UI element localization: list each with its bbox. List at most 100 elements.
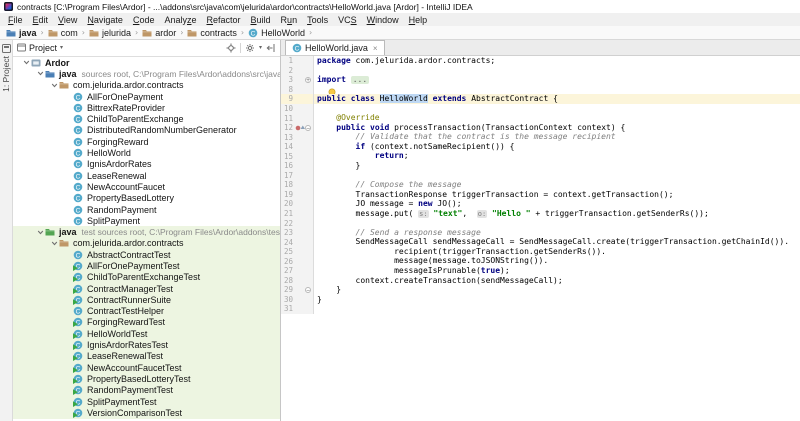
editor-gutter[interactable]: 27: [281, 266, 314, 276]
tree-item-splitpaymenttest[interactable]: CSplitPaymentTest: [13, 396, 280, 407]
code-line-23[interactable]: 23 // Send a response message: [281, 228, 800, 238]
chevron-down-icon[interactable]: [51, 240, 59, 247]
breadcrumb-ardor[interactable]: ardor: [142, 28, 176, 38]
menu-vcs[interactable]: VCS: [333, 15, 362, 25]
editor-gutter[interactable]: 17: [281, 171, 314, 181]
close-icon[interactable]: ×: [373, 44, 378, 53]
menu-refactor[interactable]: Refactor: [202, 15, 246, 25]
editor-gutter[interactable]: 14: [281, 142, 314, 152]
editor-tab-helloworld[interactable]: C HelloWorld.java ×: [285, 40, 385, 55]
editor-gutter[interactable]: 19: [281, 190, 314, 200]
editor-gutter[interactable]: 25: [281, 247, 314, 257]
editor-gutter[interactable]: 23: [281, 228, 314, 238]
editor-gutter[interactable]: 30: [281, 295, 314, 305]
editor-gutter[interactable]: 24: [281, 237, 314, 247]
code-line-2[interactable]: 2: [281, 66, 800, 76]
tree-item-allforonepayment[interactable]: CAllForOnePayment: [13, 91, 280, 102]
code-line-13[interactable]: 13 // Validate that the contract is the …: [281, 132, 800, 142]
editor-gutter[interactable]: 18: [281, 180, 314, 190]
editor-gutter[interactable]: 16: [281, 161, 314, 171]
tree-item-contractmanagertest[interactable]: CContractManagerTest: [13, 283, 280, 294]
code-line-20[interactable]: 20 JO message = new JO();: [281, 199, 800, 209]
editor-gutter[interactable]: 10: [281, 104, 314, 114]
menu-file[interactable]: File: [3, 15, 28, 25]
code-line-28[interactable]: 28 context.createTransaction(sendMessage…: [281, 276, 800, 286]
tree-item-ignisardorratestest[interactable]: CIgnisArdorRatesTest: [13, 339, 280, 350]
editor-gutter[interactable]: 21: [281, 209, 314, 219]
tree-item-forgingrewardtest[interactable]: CForgingRewardTest: [13, 317, 280, 328]
editor-gutter[interactable]: 15: [281, 151, 314, 161]
breadcrumb-java[interactable]: java: [6, 28, 37, 38]
menu-help[interactable]: Help: [404, 15, 433, 25]
code-line-31[interactable]: 31: [281, 304, 800, 314]
tree-item-bittrexrateprovider[interactable]: CBittrexRateProvider: [13, 102, 280, 113]
code-line-8[interactable]: 8: [281, 85, 800, 95]
menu-tools[interactable]: Tools: [302, 15, 333, 25]
code-line-15[interactable]: 15 return;: [281, 151, 800, 161]
code-line-16[interactable]: 16 }: [281, 161, 800, 171]
code-line-29[interactable]: 29− }: [281, 285, 800, 295]
code-editor[interactable]: 1package com.jelurida.ardor.contracts;23…: [281, 56, 800, 421]
editor-gutter[interactable]: 26: [281, 256, 314, 266]
code-line-1[interactable]: 1package com.jelurida.ardor.contracts;: [281, 56, 800, 66]
tree-item-abstractcontracttest[interactable]: CAbstractContractTest: [13, 249, 280, 260]
tree-item-childtoparentexchange[interactable]: CChildToParentExchange: [13, 113, 280, 124]
code-line-19[interactable]: 19 TransactionResponse triggerTransactio…: [281, 190, 800, 200]
locate-file-icon[interactable]: [226, 43, 236, 53]
tree-item-propertybasedlottery[interactable]: CPropertyBasedLottery: [13, 193, 280, 204]
override-method-icon[interactable]: [295, 124, 305, 132]
tree-item-contractrunnersuite[interactable]: CContractRunnerSuite: [13, 294, 280, 305]
editor-gutter[interactable]: 22: [281, 218, 314, 228]
editor-gutter[interactable]: 1: [281, 56, 314, 66]
chevron-down-icon[interactable]: [23, 59, 31, 66]
tree-item-allforonepaymenttest[interactable]: CAllForOnePaymentTest: [13, 260, 280, 271]
gear-icon[interactable]: [245, 43, 255, 53]
chevron-down-icon[interactable]: [37, 70, 45, 77]
tree-item-childtoparentexchangetest[interactable]: CChildToParentExchangeTest: [13, 272, 280, 283]
code-line-25[interactable]: 25 recipient(triggerTransaction.getSende…: [281, 247, 800, 257]
code-line-30[interactable]: 30}: [281, 295, 800, 305]
fold-minus-icon[interactable]: −: [305, 287, 311, 293]
tree-item-newaccountfaucettest[interactable]: CNewAccountFaucetTest: [13, 362, 280, 373]
menu-run[interactable]: Run: [276, 15, 303, 25]
tree-item-randompayment[interactable]: CRandomPayment: [13, 204, 280, 215]
code-line-27[interactable]: 27 messageIsPrunable(true);: [281, 266, 800, 276]
menu-code[interactable]: Code: [128, 15, 160, 25]
project-view-title[interactable]: Project: [29, 43, 57, 53]
editor-gutter[interactable]: 3+: [281, 75, 314, 85]
chevron-down-icon[interactable]: [37, 229, 45, 236]
tree-item-propertybasedlotterytest[interactable]: CPropertyBasedLotteryTest: [13, 373, 280, 384]
hide-panel-icon[interactable]: [266, 43, 276, 53]
code-line-18[interactable]: 18 // Compose the message: [281, 180, 800, 190]
code-line-22[interactable]: 22: [281, 218, 800, 228]
editor-gutter[interactable]: 29−: [281, 285, 314, 295]
menu-navigate[interactable]: Navigate: [82, 15, 128, 25]
code-line-21[interactable]: 21 message.put( s: "text", o: "Hello " +…: [281, 209, 800, 219]
chevron-down-icon[interactable]: [51, 82, 59, 89]
breadcrumb-contracts[interactable]: contracts: [187, 28, 237, 38]
code-line-3[interactable]: 3+import ...: [281, 75, 800, 85]
menu-analyze[interactable]: Analyze: [159, 15, 201, 25]
editor-gutter[interactable]: 13: [281, 132, 314, 142]
code-line-12[interactable]: 12− public void processTransaction(Trans…: [281, 123, 800, 133]
tree-item-forgingreward[interactable]: CForgingReward: [13, 136, 280, 147]
menu-build[interactable]: Build: [246, 15, 276, 25]
tree-item-helloworld[interactable]: CHelloWorld: [13, 147, 280, 158]
editor-gutter[interactable]: 20: [281, 199, 314, 209]
editor-gutter[interactable]: 28: [281, 276, 314, 286]
tree-item-java[interactable]: javatest sources root, C:\Program Files\…: [13, 226, 280, 237]
code-line-10[interactable]: 10: [281, 104, 800, 114]
tree-item-leaserenewaltest[interactable]: CLeaseRenewalTest: [13, 351, 280, 362]
editor-gutter[interactable]: 11: [281, 113, 314, 123]
tree-item-ignisardorrates[interactable]: CIgnisArdorRates: [13, 159, 280, 170]
code-line-24[interactable]: 24 SendMessageCall sendMessageCall = Sen…: [281, 237, 800, 247]
editor-gutter[interactable]: 31: [281, 304, 314, 314]
tree-item-helloworldtest[interactable]: CHelloWorldTest: [13, 328, 280, 339]
editor-gutter[interactable]: 8: [281, 85, 314, 95]
tree-item-java[interactable]: javasources root, C:\Program Files\Ardor…: [13, 68, 280, 79]
tree-item-leaserenewal[interactable]: CLeaseRenewal: [13, 170, 280, 181]
project-tool-window-button[interactable]: 1: Project: [0, 44, 12, 92]
breadcrumb-jelurida[interactable]: jelurida: [89, 28, 131, 38]
code-line-11[interactable]: 11 @Override: [281, 113, 800, 123]
tree-item-newaccountfaucet[interactable]: CNewAccountFaucet: [13, 181, 280, 192]
